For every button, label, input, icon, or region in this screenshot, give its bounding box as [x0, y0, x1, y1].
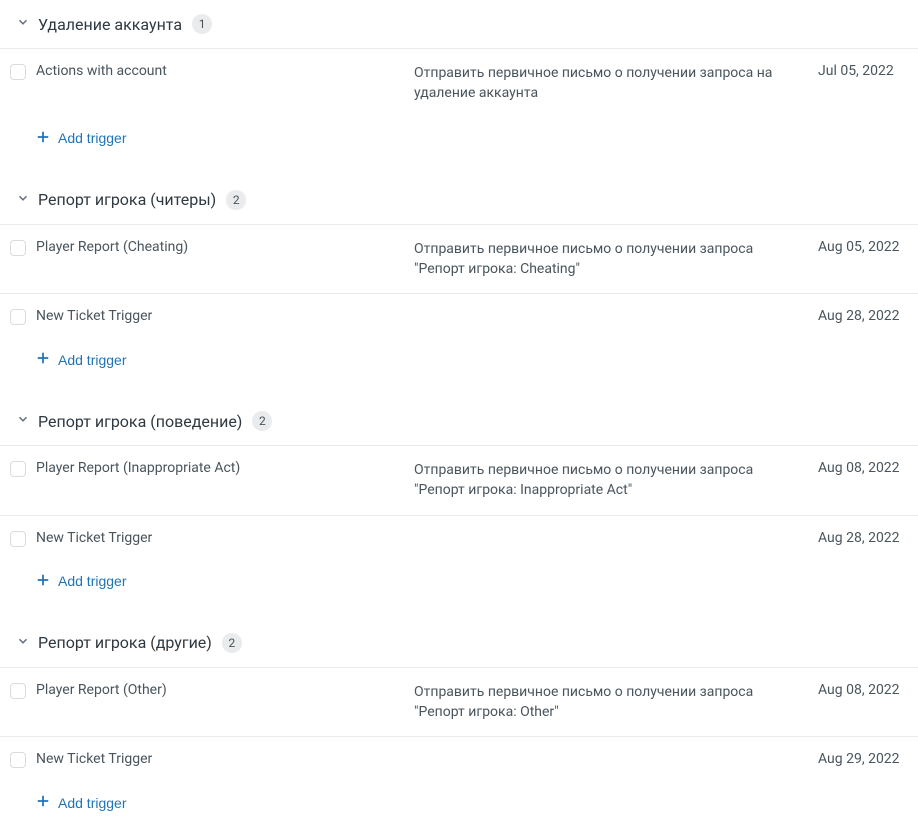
- row-checkbox[interactable]: [10, 240, 26, 256]
- add-trigger-row: Add trigger: [0, 561, 918, 611]
- add-trigger-button[interactable]: Add trigger: [36, 794, 126, 811]
- row-checkbox[interactable]: [10, 309, 26, 325]
- add-trigger-button[interactable]: Add trigger: [36, 351, 126, 368]
- count-badge: 1: [192, 14, 212, 34]
- trigger-date: Jul 05, 2022: [818, 63, 908, 79]
- count-badge: 2: [226, 190, 246, 210]
- trigger-description: Отправить первичное письмо о получении з…: [414, 63, 818, 104]
- trigger-name: Player Report (Other): [36, 682, 414, 698]
- trigger-row[interactable]: Player Report (Cheating)Отправить первич…: [0, 224, 918, 294]
- row-checkbox[interactable]: [10, 531, 26, 547]
- section-title: Удаление аккаунта: [38, 15, 182, 34]
- plus-icon: [36, 794, 58, 811]
- trigger-name: New Ticket Trigger: [36, 751, 414, 767]
- count-badge: 2: [252, 411, 272, 431]
- trigger-date: Aug 05, 2022: [818, 239, 908, 255]
- add-trigger-label: Add trigger: [58, 573, 126, 589]
- trigger-name: Player Report (Cheating): [36, 239, 414, 255]
- trigger-date: Aug 08, 2022: [818, 682, 908, 698]
- row-checkbox[interactable]: [10, 461, 26, 477]
- row-checkbox[interactable]: [10, 752, 26, 768]
- trigger-date: Aug 28, 2022: [818, 530, 908, 546]
- section-header[interactable]: Репорт игрока (поведение) 2: [0, 397, 918, 445]
- trigger-description: Отправить первичное письмо о получении з…: [414, 682, 818, 723]
- trigger-row[interactable]: New Ticket Trigger Aug 28, 2022: [0, 515, 918, 561]
- trigger-name: Actions with account: [36, 63, 414, 79]
- add-trigger-label: Add trigger: [58, 130, 126, 146]
- trigger-row[interactable]: Player Report (Inappropriate Act)Отправи…: [0, 445, 918, 515]
- trigger-name: New Ticket Trigger: [36, 308, 414, 324]
- trigger-row[interactable]: New Ticket Trigger Aug 29, 2022: [0, 736, 918, 782]
- plus-icon: [36, 573, 58, 590]
- row-checkbox[interactable]: [10, 64, 26, 80]
- plus-icon: [36, 351, 58, 368]
- section-title: Репорт игрока (поведение): [38, 412, 242, 431]
- trigger-date: Aug 28, 2022: [818, 308, 908, 324]
- section-title: Репорт игрока (читеры): [38, 190, 216, 209]
- add-trigger-button[interactable]: Add trigger: [36, 573, 126, 590]
- trigger-row[interactable]: Actions with accountОтправить первичное …: [0, 48, 918, 118]
- add-trigger-row: Add trigger: [0, 782, 918, 832]
- section: Репорт игрока (поведение) 2 Player Report …: [0, 397, 918, 611]
- section-header[interactable]: Репорт игрока (другие) 2: [0, 619, 918, 667]
- chevron-down-icon: [16, 15, 38, 33]
- section-title: Репорт игрока (другие): [38, 633, 212, 652]
- add-trigger-row: Add trigger: [0, 118, 918, 168]
- trigger-row[interactable]: New Ticket Trigger Aug 28, 2022: [0, 293, 918, 339]
- trigger-name: Player Report (Inappropriate Act): [36, 460, 414, 476]
- add-trigger-row: Add trigger: [0, 339, 918, 389]
- trigger-row[interactable]: Player Report (Other)Отправить первичное…: [0, 667, 918, 737]
- count-badge: 2: [222, 633, 242, 653]
- add-trigger-label: Add trigger: [58, 795, 126, 811]
- add-trigger-button[interactable]: Add trigger: [36, 130, 126, 147]
- chevron-down-icon: [16, 634, 38, 652]
- trigger-date: Aug 29, 2022: [818, 751, 908, 767]
- plus-icon: [36, 130, 58, 147]
- chevron-down-icon: [16, 191, 38, 209]
- chevron-down-icon: [16, 412, 38, 430]
- trigger-description: Отправить первичное письмо о получении з…: [414, 239, 818, 280]
- section: Репорт игрока (читеры) 2 Player Report (Ch…: [0, 176, 918, 390]
- trigger-name: New Ticket Trigger: [36, 530, 414, 546]
- section-header[interactable]: Репорт игрока (читеры) 2: [0, 176, 918, 224]
- section: Удаление аккаунта 1 Actions with accountОт…: [0, 0, 918, 168]
- trigger-description: Отправить первичное письмо о получении з…: [414, 460, 818, 501]
- row-checkbox[interactable]: [10, 683, 26, 699]
- section: Репорт игрока (другие) 2 Player Report (Ot…: [0, 619, 918, 833]
- trigger-date: Aug 08, 2022: [818, 460, 908, 476]
- section-header[interactable]: Удаление аккаунта 1: [0, 0, 918, 48]
- add-trigger-label: Add trigger: [58, 352, 126, 368]
